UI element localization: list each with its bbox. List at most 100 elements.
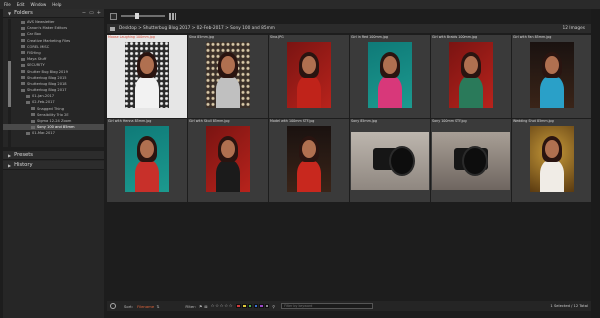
folder-icon	[31, 119, 35, 123]
rating-filter-stars[interactable]: ☆☆☆☆☆	[211, 304, 234, 309]
view-toolbar	[107, 9, 591, 23]
thumbnail-caption: Wedding Shot 85mm.jpg	[513, 119, 554, 123]
thumbnail-image	[368, 42, 412, 108]
menu-bar: File Edit Window Help	[0, 0, 600, 9]
collapse-triangle-icon[interactable]: ▶	[8, 163, 11, 168]
flag-icon[interactable]: ⚑	[199, 304, 202, 309]
plus-icon[interactable]: +	[97, 10, 101, 16]
menu-item[interactable]: Edit	[17, 0, 25, 9]
folder-label: Sony 100 and 85mm	[37, 125, 75, 130]
folder-label: Maya Stuff	[27, 57, 47, 62]
thumbnail-image	[287, 126, 331, 192]
thumbnail-cell[interactable]: Sina 85mm.jpg	[188, 35, 268, 118]
folder-icon[interactable]: ▭	[89, 10, 94, 16]
sort-direction-icon[interactable]: ⇅	[156, 304, 159, 309]
color-label-swatch[interactable]	[253, 303, 259, 309]
thumbnail-size-slider[interactable]	[121, 13, 165, 19]
presets-title: Presets	[14, 152, 33, 158]
color-label-swatch[interactable]	[259, 303, 264, 309]
folder-icon	[21, 20, 25, 24]
folder-label: Canon's Maker Editors	[27, 26, 68, 31]
keyword-icon[interactable]: ⚲	[272, 304, 275, 309]
thumbnail-caption: Sina 85mm.jpg	[189, 35, 214, 39]
color-label-swatch[interactable]	[236, 303, 241, 309]
folder-label: 02-Feb-2017	[32, 100, 55, 105]
thumbnail-caption: Sony 100mm STF.jpg	[432, 119, 467, 123]
thumbnail-cell[interactable]: Girl with Henna 85mm.jpg	[107, 119, 187, 202]
color-label-swatch[interactable]	[264, 303, 270, 309]
browser-main: Desktop > Shutterbug Blog 2017 > 02-Feb-…	[107, 9, 592, 318]
thumbnail-caption: Sina.JPG	[270, 35, 284, 39]
folder-tree: AVS Newsletter Canon's Maker Editors Car B…	[3, 19, 104, 147]
grid-view-icon[interactable]	[169, 12, 176, 20]
thumbnail-cell[interactable]: Girl with Skull 85mm.jpg	[188, 119, 268, 202]
single-view-icon[interactable]	[110, 12, 117, 20]
thumbnail-image	[432, 132, 510, 190]
folders-panel-header[interactable]: ▼ Folders − ▭ +	[3, 9, 104, 18]
folder-icon	[21, 51, 25, 55]
thumbnail-caption: Girl with Skull 85mm.jpg	[189, 119, 230, 123]
sort-label: Sort:	[124, 303, 134, 309]
thumbnail-caption: Girl in Red 100mm.jpg	[351, 35, 389, 39]
folder-label: AVS Newsletter	[27, 20, 55, 24]
folder-label: Sensibility Trio 2E	[37, 112, 69, 117]
folder-label: COREL MISC	[27, 44, 50, 49]
thumbnail-cell[interactable]: Sony 100mm STF.jpg	[431, 119, 511, 202]
thumbnail-caption: Girl with Henna 85mm.jpg	[108, 119, 152, 123]
sort-dropdown[interactable]: Filename	[137, 304, 154, 309]
history-title: History	[14, 162, 33, 168]
thumbnail-cell[interactable]: Wedding Shot 85mm.jpg	[512, 119, 592, 202]
folder-icon	[21, 63, 25, 67]
selection-count: 1 Selected / 12 Total	[550, 304, 588, 308]
folder-icon	[110, 26, 115, 31]
breadcrumb: Desktop > Shutterbug Blog 2017 > 02-Feb-…	[107, 24, 591, 33]
folder-label: Shutterbug Blog 2018	[27, 81, 67, 86]
folder-icon	[26, 94, 30, 98]
image-count: 12 Images	[562, 26, 585, 31]
right-panel-edge	[591, 9, 600, 318]
menu-item[interactable]: Window	[30, 0, 46, 9]
folder-icon	[31, 107, 35, 111]
folder-label: FISHing	[27, 50, 41, 55]
thumbnail-cell[interactable]: Model with 100mm STF.jpg	[269, 119, 349, 202]
left-panel: ▼ Folders − ▭ + AVS Newsletter Canon's Ma…	[3, 9, 104, 318]
reject-icon[interactable]: ⊠	[204, 304, 207, 309]
keyword-search-input[interactable]: Filter by keyword	[281, 303, 374, 309]
menu-item[interactable]: File	[4, 0, 11, 9]
thumbnail-image	[125, 126, 169, 192]
expand-triangle-icon[interactable]: ▼	[8, 11, 11, 16]
folder-label: Car Box	[27, 32, 42, 37]
collapse-triangle-icon[interactable]: ▶	[8, 153, 11, 158]
thumbnail-cell[interactable]: Girl with Fan 85mm.jpg	[512, 35, 592, 118]
color-label-swatch[interactable]	[247, 303, 253, 309]
thumbnail-cell[interactable]: Girl in Red 100mm.jpg	[350, 35, 430, 118]
thumbnail-cell[interactable]: Sina.JPG	[269, 35, 349, 118]
menu-item[interactable]: Help	[52, 0, 61, 9]
folder-icon	[21, 32, 25, 36]
folder-tree-item[interactable]: 01-Mar-2017	[3, 130, 104, 136]
thumbnail-caption: Girl with Fan 85mm.jpg	[513, 35, 552, 39]
folder-label: Shutter Bug Blog 2019	[27, 69, 68, 74]
folder-label: SECURITY	[27, 63, 45, 68]
thumbnail-image	[449, 42, 493, 108]
color-label-swatch[interactable]	[242, 303, 247, 309]
folder-actions: − ▭ +	[82, 10, 101, 16]
thumbnail-image	[351, 132, 429, 190]
thumbnail-grid: Moose Laughing 100mm.jpg Sina 85mm.jpg Sin…	[107, 35, 592, 202]
history-panel-header[interactable]: ▶ History	[3, 161, 104, 170]
thumbnail-cell[interactable]: Girl with Braids 100mm.jpg	[431, 35, 511, 118]
color-label-filters	[235, 303, 270, 309]
gear-icon[interactable]	[110, 303, 116, 309]
thumbnail-cell[interactable]: Sony 85mm.jpg	[350, 119, 430, 202]
left-panel-empty	[3, 171, 104, 318]
presets-panel-header[interactable]: ▶ Presets	[3, 151, 104, 160]
breadcrumb-path[interactable]: Desktop > Shutterbug Blog 2017 > 02-Feb-…	[119, 26, 275, 31]
thumbnail-cell[interactable]: Moose Laughing 100mm.jpg	[107, 35, 187, 118]
minus-icon[interactable]: −	[82, 10, 86, 16]
folder-label: Shutterbug Blog 2017	[27, 88, 67, 93]
folder-label: 01-Jan-2017	[32, 94, 55, 99]
slider-knob[interactable]	[135, 13, 139, 19]
folder-icon	[26, 131, 30, 135]
folder-icon	[21, 26, 25, 30]
folder-icon	[21, 57, 25, 61]
